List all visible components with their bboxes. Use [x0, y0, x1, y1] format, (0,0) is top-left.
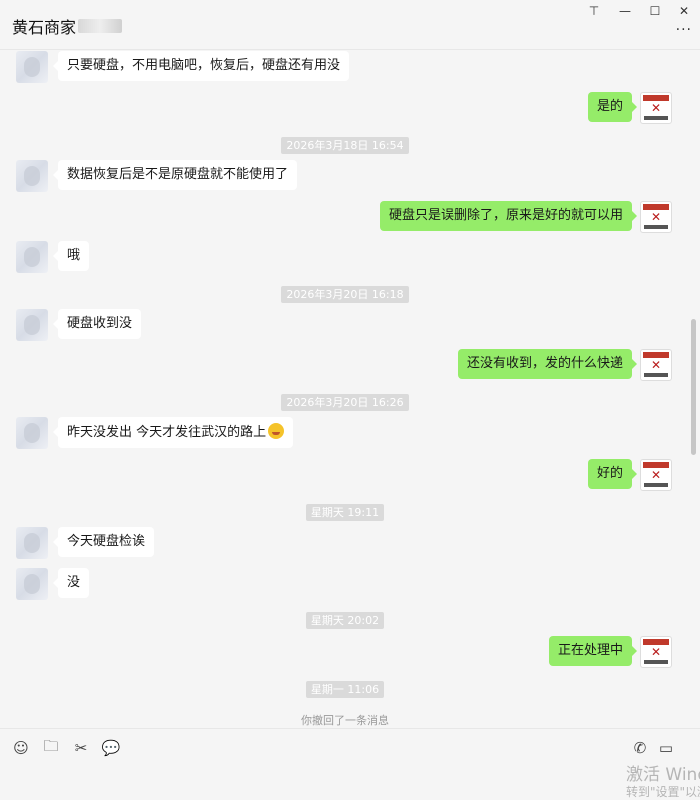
phone-icon[interactable]: ✆	[629, 737, 651, 759]
close-button[interactable]: ✕	[673, 3, 695, 19]
timestamp: 2026年3月20日 16:18	[0, 283, 690, 303]
message-text: 昨天没发出 今天才发往武汉的路上	[67, 425, 267, 440]
emoji-icon[interactable]: ☺	[10, 737, 32, 759]
timestamp: 星期一 11:06	[0, 678, 690, 698]
message-bubble[interactable]: 好的	[587, 459, 638, 489]
contact-avatar[interactable]	[16, 417, 48, 449]
message-bubble[interactable]: 今天硬盘检诶	[52, 527, 155, 557]
message-text: 数据恢复后是不是原硬盘就不能使用了	[67, 167, 289, 182]
minimize-button[interactable]: —	[614, 3, 636, 19]
video-call-icon[interactable]: ▭	[655, 737, 677, 759]
timestamp-label: 2026年3月18日 16:54	[281, 137, 409, 154]
chat-title: 黄石商家	[12, 14, 123, 38]
message-bubble[interactable]: 昨天没发出 今天才发往武汉的路上	[52, 417, 294, 448]
grin-sweat-emoji-icon	[268, 423, 285, 439]
title-redaction	[78, 19, 123, 33]
timestamp: 2026年3月20日 16:26	[0, 391, 690, 411]
message-bubble[interactable]: 硬盘只是误删除了，原来是好的就可以用	[379, 201, 638, 231]
activation-watermark: 激活 Windows 转到"设置"以激活 Windows。	[626, 765, 700, 799]
maximize-button[interactable]: ☐	[644, 3, 666, 19]
my-avatar[interactable]: ✕	[640, 201, 672, 233]
message-bubble[interactable]: 哦	[52, 241, 90, 271]
message-text: 好的	[596, 466, 623, 481]
my-avatar[interactable]: ✕	[640, 92, 672, 124]
contact-avatar[interactable]	[16, 527, 48, 559]
input-toolbar: ☺ 🗀 ✂ 💬 ✆ ▭ 激活 Windows 转到"设置"以激活 Windows…	[0, 728, 700, 800]
contact-avatar[interactable]	[16, 568, 48, 600]
message-bubble[interactable]: 是的	[587, 92, 638, 122]
timestamp: 2026年3月18日 16:54	[0, 134, 690, 154]
watermark-line2: 转到"设置"以激活 Windows。	[626, 785, 700, 799]
scrollbar[interactable]	[691, 319, 696, 455]
message-text: 正在处理中	[557, 643, 623, 658]
timestamp-label: 2026年3月20日 16:26	[281, 394, 409, 411]
more-options-button[interactable]: ···	[676, 22, 692, 38]
timestamp-label: 星期天 19:11	[305, 504, 385, 521]
my-avatar[interactable]: ✕	[640, 636, 672, 668]
watermark-line1: 激活 Windows	[626, 765, 700, 785]
recalled-message-notice: 你撤回了一条消息	[301, 714, 389, 727]
contact-avatar[interactable]	[16, 160, 48, 192]
folder-icon[interactable]: 🗀	[40, 737, 62, 759]
screenshot-icon[interactable]: ✂	[70, 737, 92, 759]
title-bar: 黄石商家 ⊤ — ☐ ✕ ···	[0, 0, 700, 50]
message-text: 硬盘收到没	[67, 316, 133, 331]
timestamp: 星期天 19:11	[0, 501, 690, 521]
message-bubble[interactable]: 还没有收到，发的什么快递	[457, 349, 638, 379]
contact-avatar[interactable]	[16, 51, 48, 83]
message-text: 没	[67, 575, 81, 590]
message-bubble[interactable]: 硬盘收到没	[52, 309, 142, 339]
message-text: 今天硬盘检诶	[67, 534, 146, 549]
message-bubble[interactable]: 只要硬盘，不用电脑吧，恢复后，硬盘还有用没	[52, 51, 350, 81]
chat-history-icon[interactable]: 💬	[100, 737, 122, 759]
message-text: 还没有收到，发的什么快递	[466, 356, 623, 371]
message-bubble[interactable]: 正在处理中	[548, 636, 638, 666]
timestamp-label: 星期一 11:06	[305, 681, 385, 698]
timestamp: 星期天 20:02	[0, 609, 690, 629]
timestamp-label: 2026年3月20日 16:18	[281, 286, 409, 303]
message-bubble[interactable]: 没	[52, 568, 90, 598]
message-text: 只要硬盘，不用电脑吧，恢复后，硬盘还有用没	[67, 58, 341, 73]
timestamp-label: 星期天 20:02	[305, 612, 385, 629]
message-text: 硬盘只是误删除了，原来是好的就可以用	[388, 208, 623, 223]
message-text: 是的	[596, 99, 623, 114]
my-avatar[interactable]: ✕	[640, 459, 672, 491]
message-text: 哦	[67, 248, 81, 263]
my-avatar[interactable]: ✕	[640, 349, 672, 381]
message-bubble[interactable]: 数据恢复后是不是原硬盘就不能使用了	[52, 160, 298, 190]
contact-name: 黄石商家	[12, 18, 77, 37]
pin-icon[interactable]: ⊤	[583, 3, 605, 19]
chat-area[interactable]: 只要硬盘，不用电脑吧，恢复后，硬盘还有用没 ✕ 是的 2026年3月18日 16:54…	[0, 51, 700, 728]
contact-avatar[interactable]	[16, 241, 48, 273]
contact-avatar[interactable]	[16, 309, 48, 341]
